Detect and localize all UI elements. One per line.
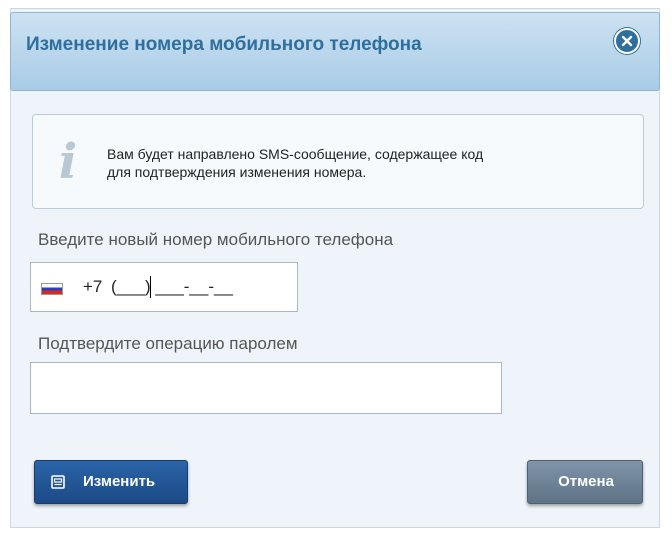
cancel-button[interactable]: Отмена [527,460,643,504]
close-circle-icon [621,35,633,47]
info-message-line-1: Вам будет направлено SMS-сообщение, соде… [107,146,484,162]
info-icon: i [58,134,78,190]
password-input[interactable] [30,362,502,414]
phone-label: Введите новый номер мобильного телефона [38,230,394,249]
dialog-title: Изменение номера мобильного телефона [26,34,422,55]
change-button[interactable]: Изменить [34,460,188,504]
phone-country-code: +7 [83,277,103,296]
info-message: Вам будет направлено SMS-сообщение, соде… [107,145,627,181]
info-box: i Вам будет направлено SMS-сообщение, со… [32,114,644,209]
save-icon [51,475,65,489]
password-label: Подтвердите операцию паролем [38,334,298,353]
info-message-line-2: для подтверждения изменения номера. [107,164,367,180]
change-button-label: Изменить [83,473,156,490]
phone-input[interactable]: +7 (___) ___-__-__ [30,262,298,312]
close-button[interactable] [614,28,640,54]
phone-mask: (___) ___-__-__ [111,277,233,296]
russia-flag-icon [41,283,63,295]
text-caret [150,276,151,298]
cancel-button-label: Отмена [558,473,614,490]
